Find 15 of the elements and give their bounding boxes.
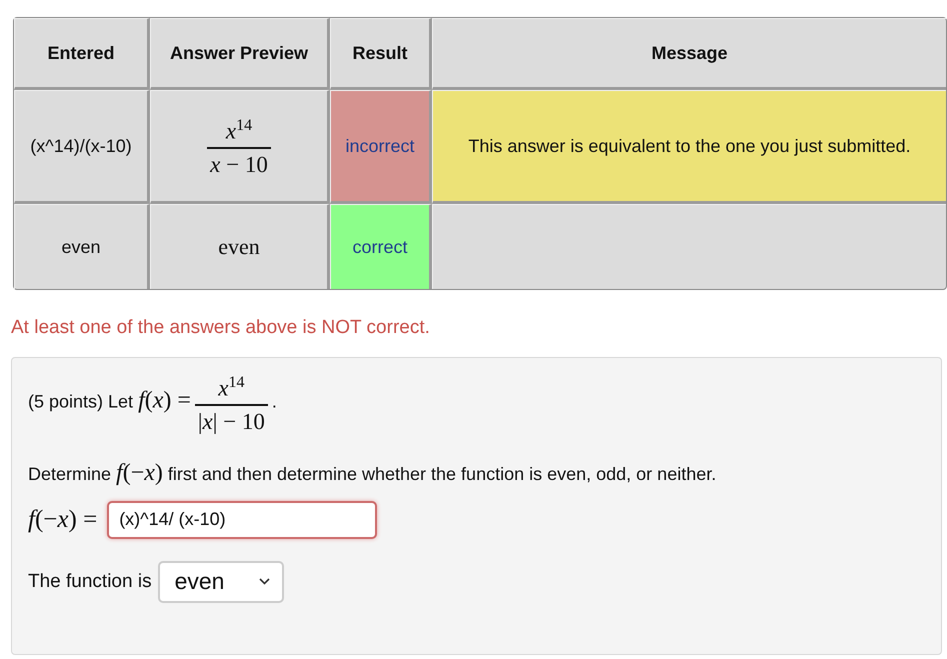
table-cell: even: [14, 204, 150, 289]
answer-field[interactable]: (x)^14/ (x-10): [107, 500, 378, 539]
choice-label: The function is: [28, 570, 152, 593]
instruction-text: Determine f(−x) first and then determine whether the function is even, odd, or neither.: [28, 460, 718, 487]
column-header: Entered: [14, 18, 150, 90]
status-message: At least one of the answers above is NOT correct.: [11, 317, 431, 339]
column-header: Answer Preview: [150, 18, 330, 90]
table-cell: (x^14)/(x-10): [14, 90, 150, 204]
message-cell: This answer is equivalent to the one you just submitted.: [432, 90, 946, 204]
chevron-down-icon: [258, 578, 270, 586]
answer-label: f(−x) =: [28, 506, 98, 534]
result-cell: incorrect: [330, 90, 432, 204]
result-cell: correct: [330, 204, 432, 289]
problem-statement: (5 points) Let f(x) = x$^{14}$ |x| − 10 .: [28, 368, 925, 438]
function-type-dropdown[interactable]: even: [158, 560, 284, 603]
